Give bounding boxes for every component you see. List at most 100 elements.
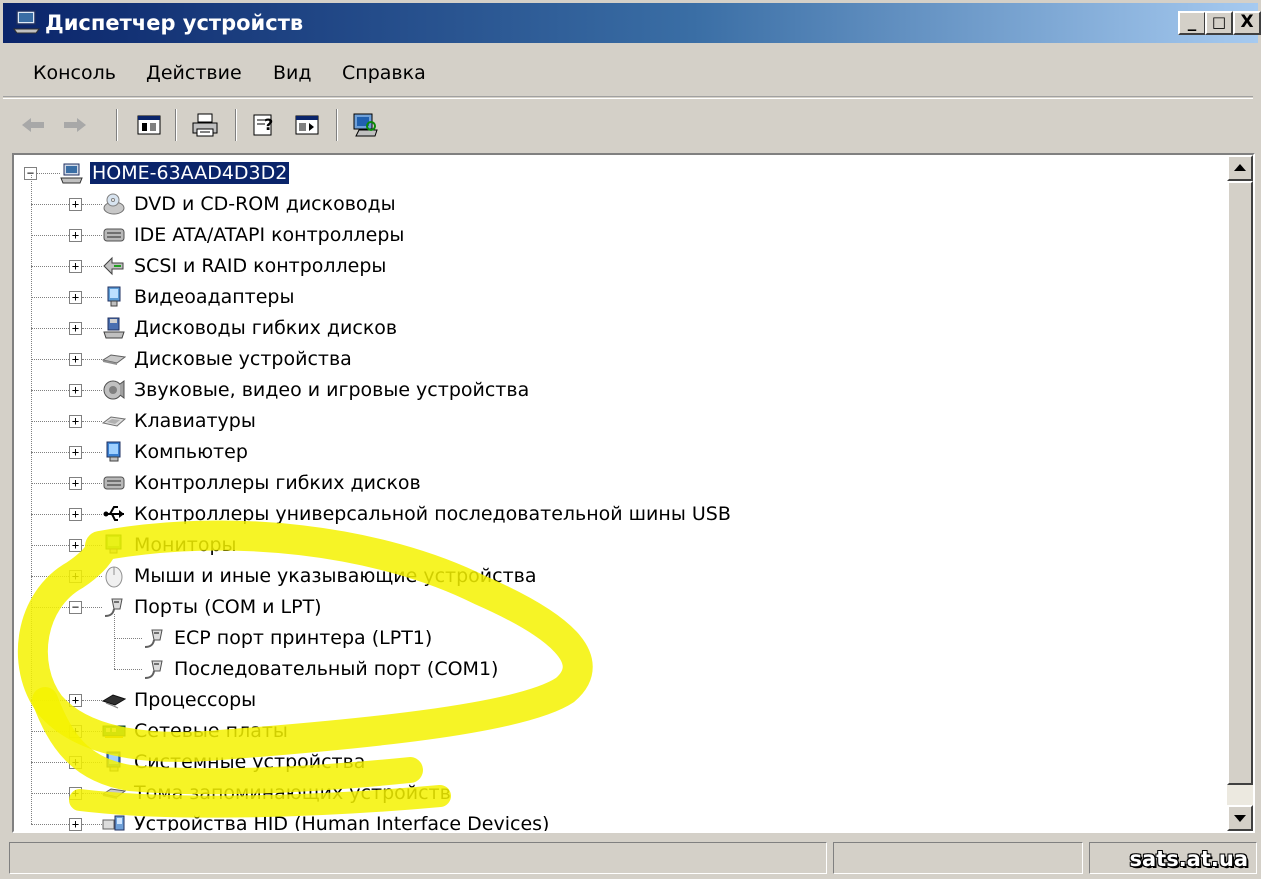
expand-icon[interactable]: + — [69, 477, 82, 490]
expand-icon[interactable]: + — [69, 818, 82, 831]
tree-category-15[interactable]: Сетевые платы — [102, 717, 290, 745]
menu-view[interactable]: Вид — [273, 62, 312, 84]
tree-category-11[interactable]: Мониторы — [102, 531, 239, 559]
minimize-button[interactable]: _ — [1178, 11, 1206, 35]
tree-connector — [82, 266, 102, 267]
tree-category-6[interactable]: Звуковые, видео и игровые устройства — [102, 376, 531, 404]
tree-connector — [114, 614, 115, 669]
expand-icon[interactable]: + — [69, 322, 82, 335]
expand-icon[interactable]: + — [69, 725, 82, 738]
expand-icon[interactable]: + — [69, 260, 82, 273]
tree-connector — [82, 235, 102, 236]
tree-item-label: Компьютер — [134, 441, 248, 463]
tree-item-label: Контроллеры универсальной последовательн… — [134, 503, 731, 525]
device-tree: HOME-63AAD4D3D2 − DVD и CD-ROM дисководы + I… — [14, 155, 1228, 831]
menu-console[interactable]: Консоль — [33, 62, 116, 84]
tree-category-10[interactable]: Контроллеры универсальной последовательн… — [102, 500, 733, 528]
expand-icon[interactable]: + — [69, 384, 82, 397]
expand-icon[interactable]: + — [69, 508, 82, 521]
floppy-controller-icon — [102, 471, 126, 495]
monitor-icon — [102, 533, 126, 557]
expand-icon[interactable]: + — [69, 415, 82, 428]
tree-connector — [82, 390, 102, 391]
scsi-icon — [102, 254, 126, 278]
tree-connector — [31, 824, 69, 825]
menu-help[interactable]: Справка — [342, 62, 426, 84]
maximize-button[interactable]: □ — [1205, 11, 1233, 35]
toolbar-separator — [116, 109, 118, 141]
tree-item-label: Тома запоминающих устройств — [134, 782, 451, 804]
status-bar: sats.at.ua — [3, 840, 1258, 876]
tree-category-1[interactable]: IDE ATA/ATAPI контроллеры — [102, 221, 406, 249]
expand-icon[interactable]: + — [69, 198, 82, 211]
tree-connector — [31, 483, 69, 484]
tree-connector — [31, 793, 69, 794]
expand-icon[interactable]: + — [69, 756, 82, 769]
tree-item-label: Сетевые платы — [134, 720, 288, 742]
back-arrow-icon[interactable] — [17, 109, 49, 141]
tree-category-4[interactable]: Дисководы гибких дисков — [102, 314, 399, 342]
expand-icon[interactable]: + — [69, 694, 82, 707]
tree-item-label: IDE ATA/ATAPI контроллеры — [134, 224, 405, 246]
tree-category-5[interactable]: Дисковые устройства — [102, 345, 354, 373]
forward-arrow-icon[interactable] — [59, 109, 91, 141]
console-tree-icon[interactable] — [133, 109, 165, 141]
tree-connector — [82, 576, 102, 577]
collapse-icon[interactable]: − — [69, 601, 82, 614]
print-icon[interactable] — [189, 109, 221, 141]
tree-item-label: Дисковые устройства — [134, 348, 352, 370]
scrollbar-thumb[interactable] — [1227, 181, 1253, 785]
help-icon[interactable]: ? — [249, 109, 281, 141]
tree-connector — [82, 514, 102, 515]
tree-item-label: SCSI и RAID контроллеры — [134, 255, 387, 277]
tree-category-13[interactable]: Порты (COM и LPT) — [102, 593, 324, 621]
tree-category-3[interactable]: Видеоадаптеры — [102, 283, 297, 311]
keyboard-icon — [102, 409, 126, 433]
tree-category-0[interactable]: DVD и CD-ROM дисководы — [102, 190, 398, 218]
device-manager-window: Диспетчер устройств _ □ X Консоль Действ… — [0, 0, 1261, 879]
expand-icon[interactable]: + — [69, 570, 82, 583]
vertical-scrollbar[interactable] — [1227, 155, 1253, 831]
tree-category-7[interactable]: Клавиатуры — [102, 407, 258, 435]
tree-connector — [31, 204, 69, 205]
toolbar-separator — [235, 109, 237, 141]
title-bar[interactable]: Диспетчер устройств _ □ X — [3, 3, 1261, 43]
tree-category-8[interactable]: Компьютер — [102, 438, 250, 466]
expand-icon[interactable]: + — [69, 353, 82, 366]
properties-icon[interactable] — [291, 109, 323, 141]
storage-volume-icon — [102, 781, 126, 805]
tree-category-12[interactable]: Мыши и иные указывающие устройства — [102, 562, 538, 590]
tree-category-16[interactable]: Системные устройства — [102, 748, 367, 776]
tree-category-14[interactable]: Процессоры — [102, 686, 258, 714]
tree-connector — [82, 328, 102, 329]
tree-port-item-0[interactable]: ECP порт принтера (LPT1) — [142, 624, 434, 652]
tree-category-9[interactable]: Контроллеры гибких дисков — [102, 469, 423, 497]
expand-icon[interactable]: + — [69, 787, 82, 800]
system-device-icon — [102, 750, 126, 774]
tree-category-2[interactable]: SCSI и RAID контроллеры — [102, 252, 388, 280]
scroll-down-button[interactable] — [1227, 805, 1253, 831]
toolbar-separator — [336, 109, 338, 141]
sound-icon — [102, 378, 126, 402]
menu-action[interactable]: Действие — [146, 62, 242, 84]
scroll-up-button[interactable] — [1227, 155, 1253, 181]
tree-connector — [37, 173, 60, 174]
expand-icon[interactable]: + — [69, 446, 82, 459]
tree-connector — [31, 266, 69, 267]
close-button[interactable]: X — [1233, 11, 1261, 35]
expand-icon[interactable]: + — [69, 291, 82, 304]
tree-port-item-1[interactable]: Последовательный порт (COM1) — [142, 655, 500, 683]
tree-connector — [31, 731, 69, 732]
scan-hardware-icon[interactable] — [349, 109, 381, 141]
display-adapter-icon — [102, 285, 126, 309]
tree-category-18[interactable]: Устройства HID (Human Interface Devices) — [102, 810, 551, 831]
tree-category-17[interactable]: Тома запоминающих устройств — [102, 779, 453, 807]
expand-icon[interactable]: + — [69, 539, 82, 552]
tree-item-label: Мыши и иные указывающие устройства — [134, 565, 537, 587]
expand-icon[interactable]: + — [69, 229, 82, 242]
tree-connector — [82, 793, 102, 794]
computer-monitor-icon — [102, 440, 126, 464]
tree-root-computer[interactable]: HOME-63AAD4D3D2 — [60, 159, 290, 187]
hid-icon — [102, 812, 126, 831]
tree-item-label: Клавиатуры — [134, 410, 256, 432]
